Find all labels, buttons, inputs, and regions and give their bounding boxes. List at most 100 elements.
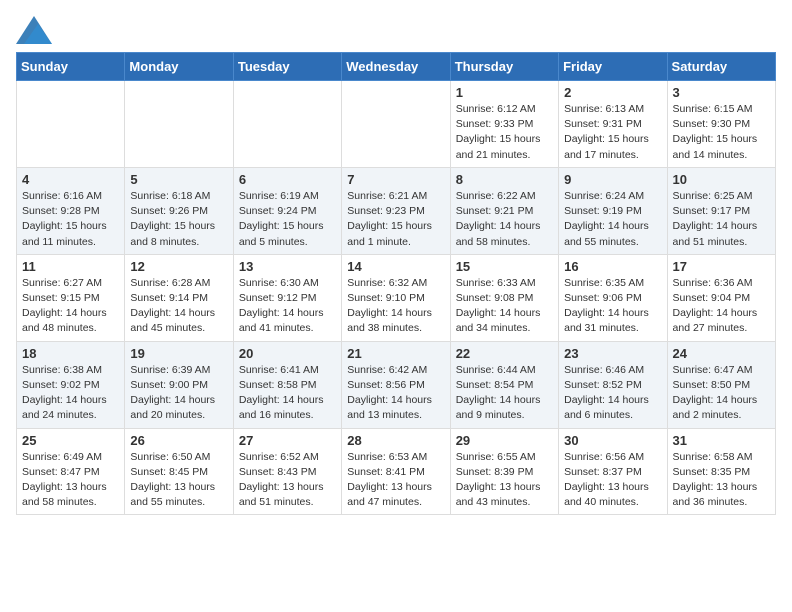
week-row-2: 11 Sunrise: 6:27 AM Sunset: 9:15 PM Dayli… xyxy=(17,254,776,341)
day-info: Sunrise: 6:41 AM Sunset: 8:58 PM Dayligh… xyxy=(239,363,336,424)
day-info: Sunrise: 6:38 AM Sunset: 9:02 PM Dayligh… xyxy=(22,363,119,424)
calendar-table: SundayMondayTuesdayWednesdayThursdayFrid… xyxy=(16,52,776,515)
day-number: 30 xyxy=(564,433,661,448)
day-cell: 13 Sunrise: 6:30 AM Sunset: 9:12 PM Dayli… xyxy=(233,254,341,341)
day-cell: 10Sunrise: 6:25 AM Sunset: 9:17 PM Dayli… xyxy=(667,167,775,254)
day-number: 26 xyxy=(130,433,227,448)
day-number: 1 xyxy=(456,85,553,100)
day-number: 27 xyxy=(239,433,336,448)
logo xyxy=(16,16,56,44)
day-cell: 11 Sunrise: 6:27 AM Sunset: 9:15 PM Dayli… xyxy=(17,254,125,341)
day-cell: 14 Sunrise: 6:32 AM Sunset: 9:10 PM Dayli… xyxy=(342,254,450,341)
day-info: Sunrise: 6:39 AM Sunset: 9:00 PM Dayligh… xyxy=(130,363,227,424)
day-info: Sunrise: 6:42 AM Sunset: 8:56 PM Dayligh… xyxy=(347,363,444,424)
week-row-1: 4 Sunrise: 6:16 AM Sunset: 9:28 PM Daylig… xyxy=(17,167,776,254)
calendar-body: 1 Sunrise: 6:12 AM Sunset: 9:33 PM Daylig… xyxy=(17,81,776,515)
day-number: 20 xyxy=(239,346,336,361)
header-saturday: Saturday xyxy=(667,53,775,81)
day-cell: 31 Sunrise: 6:58 AM Sunset: 8:35 PM Dayli… xyxy=(667,428,775,515)
header-wednesday: Wednesday xyxy=(342,53,450,81)
day-number: 23 xyxy=(564,346,661,361)
day-cell: 29Sunrise: 6:55 AM Sunset: 8:39 PM Dayli… xyxy=(450,428,558,515)
day-number: 6 xyxy=(239,172,336,187)
day-cell: 16 Sunrise: 6:35 AM Sunset: 9:06 PM Dayli… xyxy=(559,254,667,341)
day-cell: 6 Sunrise: 6:19 AM Sunset: 9:24 PM Daylig… xyxy=(233,167,341,254)
day-info: Sunrise: 6:47 AM Sunset: 8:50 PM Dayligh… xyxy=(673,363,770,424)
day-info: Sunrise: 6:28 AM Sunset: 9:14 PM Dayligh… xyxy=(130,276,227,337)
day-number: 24 xyxy=(673,346,770,361)
header-sunday: Sunday xyxy=(17,53,125,81)
day-number: 17 xyxy=(673,259,770,274)
day-info: Sunrise: 6:46 AM Sunset: 8:52 PM Dayligh… xyxy=(564,363,661,424)
day-info: Sunrise: 6:30 AM Sunset: 9:12 PM Dayligh… xyxy=(239,276,336,337)
header-row: SundayMondayTuesdayWednesdayThursdayFrid… xyxy=(17,53,776,81)
day-info: Sunrise: 6:21 AM Sunset: 9:23 PM Dayligh… xyxy=(347,189,444,250)
day-cell: 8Sunrise: 6:22 AM Sunset: 9:21 PM Daylig… xyxy=(450,167,558,254)
day-cell: 28Sunrise: 6:53 AM Sunset: 8:41 PM Dayli… xyxy=(342,428,450,515)
day-cell: 22 Sunrise: 6:44 AM Sunset: 8:54 PM Dayli… xyxy=(450,341,558,428)
day-number: 25 xyxy=(22,433,119,448)
day-number: 28 xyxy=(347,433,444,448)
day-number: 7 xyxy=(347,172,444,187)
day-cell: 20 Sunrise: 6:41 AM Sunset: 8:58 PM Dayli… xyxy=(233,341,341,428)
week-row-4: 25 Sunrise: 6:49 AM Sunset: 8:47 PM Dayli… xyxy=(17,428,776,515)
day-cell: 21 Sunrise: 6:42 AM Sunset: 8:56 PM Dayli… xyxy=(342,341,450,428)
day-number: 21 xyxy=(347,346,444,361)
day-cell: 25 Sunrise: 6:49 AM Sunset: 8:47 PM Dayli… xyxy=(17,428,125,515)
day-cell: 18 Sunrise: 6:38 AM Sunset: 9:02 PM Dayli… xyxy=(17,341,125,428)
day-number: 5 xyxy=(130,172,227,187)
day-info: Sunrise: 6:12 AM Sunset: 9:33 PM Dayligh… xyxy=(456,102,553,163)
week-row-0: 1 Sunrise: 6:12 AM Sunset: 9:33 PM Daylig… xyxy=(17,81,776,168)
day-cell: 24 Sunrise: 6:47 AM Sunset: 8:50 PM Dayli… xyxy=(667,341,775,428)
header-friday: Friday xyxy=(559,53,667,81)
day-info: Sunrise: 6:33 AM Sunset: 9:08 PM Dayligh… xyxy=(456,276,553,337)
day-info: Sunrise: 6:50 AM Sunset: 8:45 PM Dayligh… xyxy=(130,450,227,511)
day-cell: 23 Sunrise: 6:46 AM Sunset: 8:52 PM Dayli… xyxy=(559,341,667,428)
day-info: Sunrise: 6:49 AM Sunset: 8:47 PM Dayligh… xyxy=(22,450,119,511)
day-info: Sunrise: 6:16 AM Sunset: 9:28 PM Dayligh… xyxy=(22,189,119,250)
day-info: Sunrise: 6:19 AM Sunset: 9:24 PM Dayligh… xyxy=(239,189,336,250)
day-number: 13 xyxy=(239,259,336,274)
day-info: Sunrise: 6:18 AM Sunset: 9:26 PM Dayligh… xyxy=(130,189,227,250)
day-number: 29 xyxy=(456,433,553,448)
calendar-header: SundayMondayTuesdayWednesdayThursdayFrid… xyxy=(17,53,776,81)
day-cell: 9 Sunrise: 6:24 AM Sunset: 9:19 PM Daylig… xyxy=(559,167,667,254)
day-cell: 15Sunrise: 6:33 AM Sunset: 9:08 PM Dayli… xyxy=(450,254,558,341)
day-info: Sunrise: 6:15 AM Sunset: 9:30 PM Dayligh… xyxy=(673,102,770,163)
header xyxy=(16,16,776,44)
day-info: Sunrise: 6:27 AM Sunset: 9:15 PM Dayligh… xyxy=(22,276,119,337)
day-cell xyxy=(125,81,233,168)
day-info: Sunrise: 6:58 AM Sunset: 8:35 PM Dayligh… xyxy=(673,450,770,511)
day-info: Sunrise: 6:36 AM Sunset: 9:04 PM Dayligh… xyxy=(673,276,770,337)
day-number: 4 xyxy=(22,172,119,187)
day-cell xyxy=(233,81,341,168)
day-info: Sunrise: 6:32 AM Sunset: 9:10 PM Dayligh… xyxy=(347,276,444,337)
day-cell: 2Sunrise: 6:13 AM Sunset: 9:31 PM Daylig… xyxy=(559,81,667,168)
day-number: 9 xyxy=(564,172,661,187)
header-tuesday: Tuesday xyxy=(233,53,341,81)
day-cell: 17 Sunrise: 6:36 AM Sunset: 9:04 PM Dayli… xyxy=(667,254,775,341)
day-info: Sunrise: 6:35 AM Sunset: 9:06 PM Dayligh… xyxy=(564,276,661,337)
day-info: Sunrise: 6:24 AM Sunset: 9:19 PM Dayligh… xyxy=(564,189,661,250)
day-number: 18 xyxy=(22,346,119,361)
day-cell: 7 Sunrise: 6:21 AM Sunset: 9:23 PM Daylig… xyxy=(342,167,450,254)
day-info: Sunrise: 6:52 AM Sunset: 8:43 PM Dayligh… xyxy=(239,450,336,511)
day-number: 19 xyxy=(130,346,227,361)
day-number: 31 xyxy=(673,433,770,448)
day-info: Sunrise: 6:44 AM Sunset: 8:54 PM Dayligh… xyxy=(456,363,553,424)
day-cell: 27 Sunrise: 6:52 AM Sunset: 8:43 PM Dayli… xyxy=(233,428,341,515)
day-number: 11 xyxy=(22,259,119,274)
day-number: 16 xyxy=(564,259,661,274)
logo-icon xyxy=(16,16,52,44)
day-number: 22 xyxy=(456,346,553,361)
header-thursday: Thursday xyxy=(450,53,558,81)
day-info: Sunrise: 6:22 AM Sunset: 9:21 PM Dayligh… xyxy=(456,189,553,250)
day-number: 14 xyxy=(347,259,444,274)
day-cell: 26 Sunrise: 6:50 AM Sunset: 8:45 PM Dayli… xyxy=(125,428,233,515)
day-cell: 4 Sunrise: 6:16 AM Sunset: 9:28 PM Daylig… xyxy=(17,167,125,254)
week-row-3: 18 Sunrise: 6:38 AM Sunset: 9:02 PM Dayli… xyxy=(17,341,776,428)
day-number: 3 xyxy=(673,85,770,100)
day-info: Sunrise: 6:56 AM Sunset: 8:37 PM Dayligh… xyxy=(564,450,661,511)
day-cell: 1 Sunrise: 6:12 AM Sunset: 9:33 PM Daylig… xyxy=(450,81,558,168)
day-number: 12 xyxy=(130,259,227,274)
